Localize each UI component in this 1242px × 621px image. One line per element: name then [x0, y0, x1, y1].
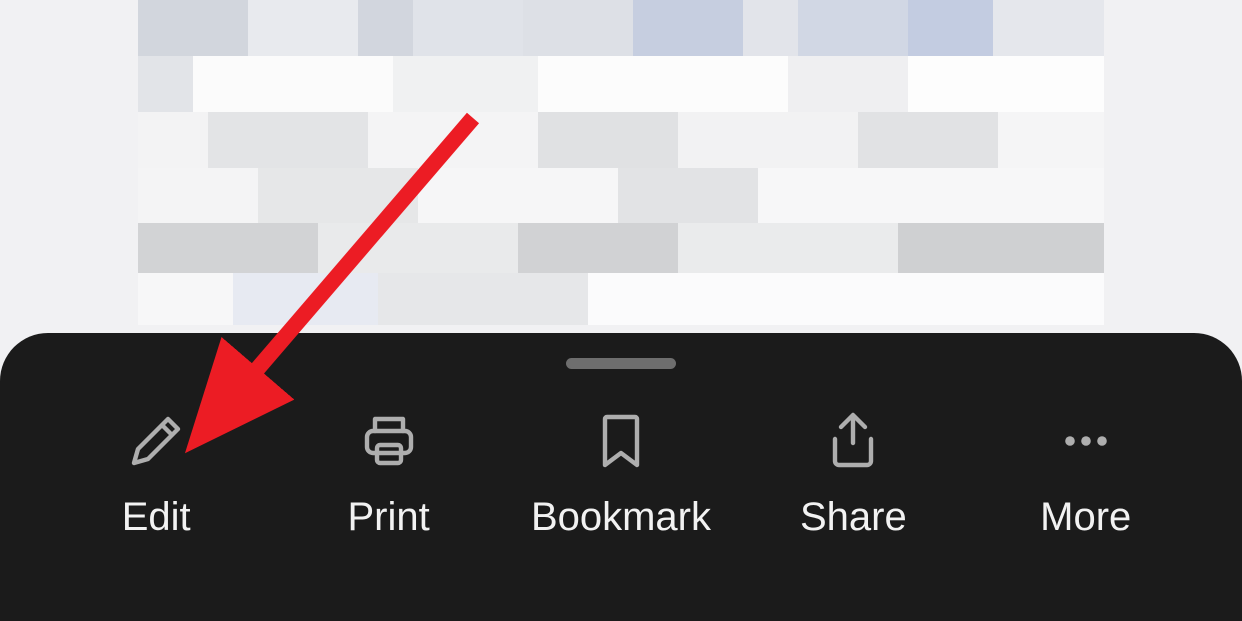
- bookmark-button[interactable]: Bookmark: [521, 409, 721, 540]
- pencil-icon: [124, 409, 188, 473]
- document-page: [138, 0, 1104, 325]
- toolbar-items: Edit Print Bookmark: [0, 409, 1242, 540]
- edit-button[interactable]: Edit: [56, 409, 256, 540]
- share-button[interactable]: Share: [753, 409, 953, 540]
- dots-icon: [1054, 409, 1118, 473]
- share-label: Share: [800, 495, 907, 540]
- edit-label: Edit: [122, 495, 191, 540]
- printer-icon: [357, 409, 421, 473]
- document-preview: [0, 0, 1242, 335]
- more-label: More: [1040, 495, 1131, 540]
- print-label: Print: [347, 495, 429, 540]
- more-button[interactable]: More: [986, 409, 1186, 540]
- share-icon: [821, 409, 885, 473]
- bookmark-label: Bookmark: [531, 495, 711, 540]
- drag-handle[interactable]: [566, 358, 676, 369]
- bookmark-icon: [589, 409, 653, 473]
- bottom-toolbar: Edit Print Bookmark: [0, 333, 1242, 621]
- print-button[interactable]: Print: [289, 409, 489, 540]
